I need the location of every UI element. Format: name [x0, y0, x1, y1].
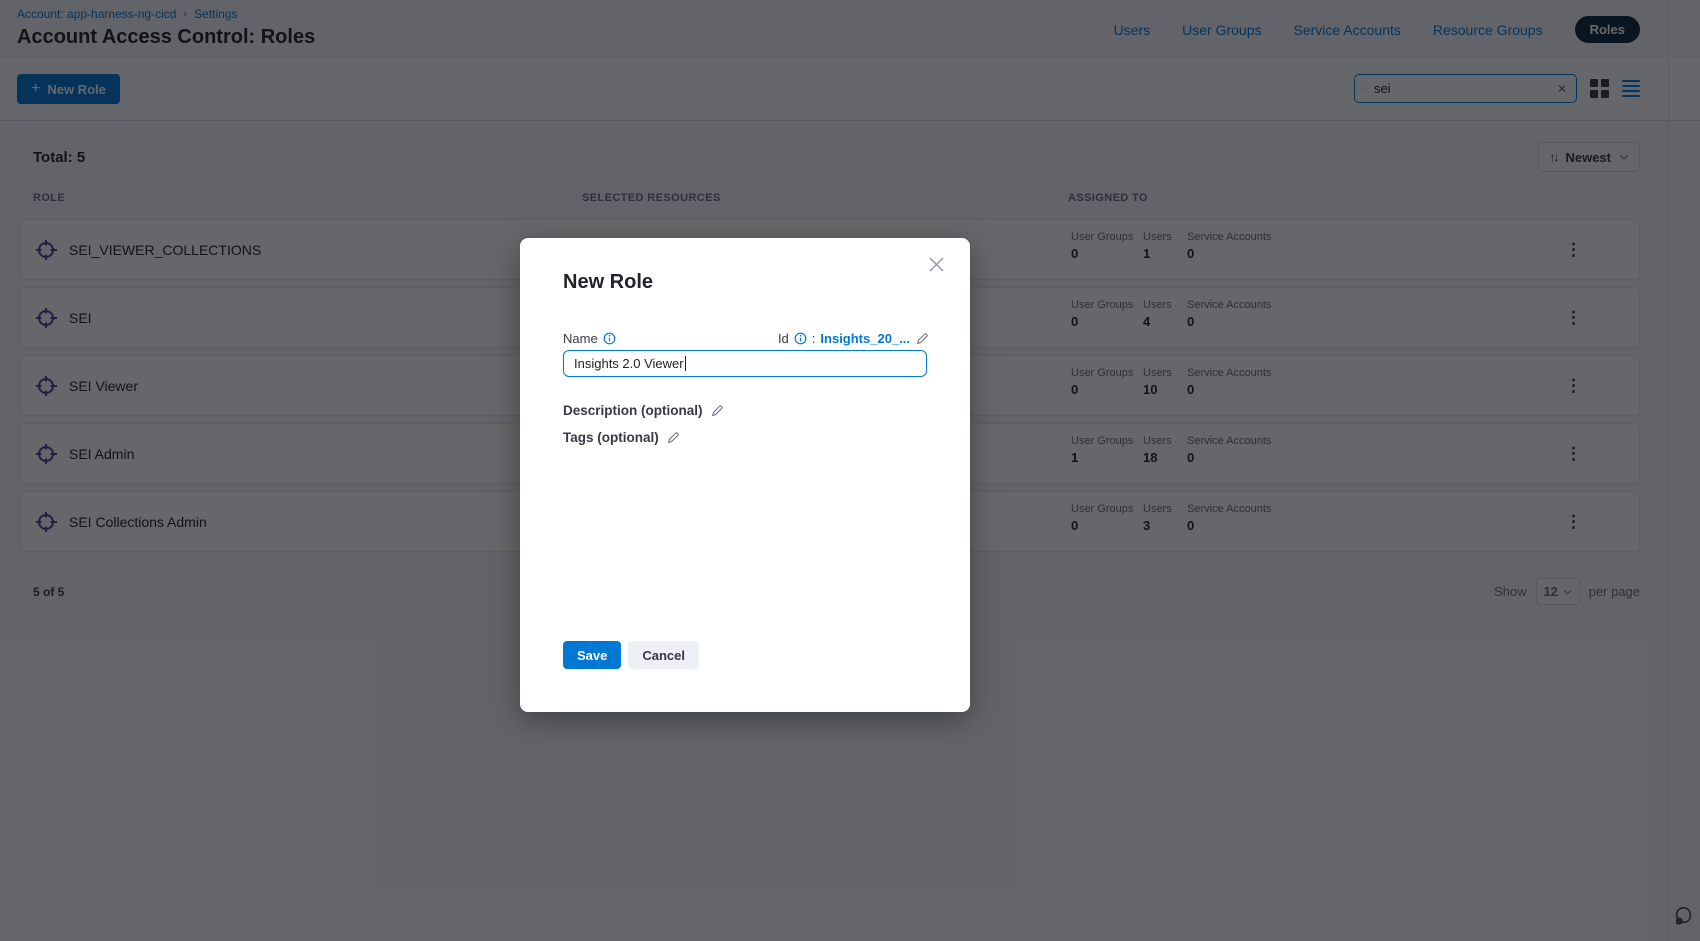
info-icon [603, 332, 616, 345]
id-separator: : [812, 331, 816, 346]
id-value-link[interactable]: Insights_20_... [820, 331, 910, 346]
modal-title: New Role [563, 271, 653, 294]
description-label: Description (optional) [563, 403, 703, 418]
edit-pencil-icon[interactable] [915, 332, 929, 346]
new-role-modal: New Role Name Id : Insights_20_... I [520, 238, 970, 712]
edit-pencil-icon[interactable] [710, 404, 724, 418]
text-caret [685, 356, 686, 371]
role-name-value: Insights 2.0 Viewer [574, 356, 684, 371]
description-toggle[interactable]: Description (optional) [563, 403, 724, 418]
id-group: Id : Insights_20_... [778, 331, 929, 346]
save-button[interactable]: Save [563, 641, 621, 669]
cancel-button[interactable]: Cancel [628, 641, 699, 669]
name-label-text: Name [563, 331, 598, 346]
name-label: Name [563, 331, 616, 346]
info-icon [794, 332, 807, 345]
tags-toggle[interactable]: Tags (optional) [563, 430, 680, 445]
tags-label: Tags (optional) [563, 430, 659, 445]
edit-pencil-icon[interactable] [666, 431, 680, 445]
id-label: Id [778, 331, 789, 346]
close-icon[interactable] [925, 253, 948, 276]
role-name-input[interactable]: Insights 2.0 Viewer [563, 350, 927, 377]
